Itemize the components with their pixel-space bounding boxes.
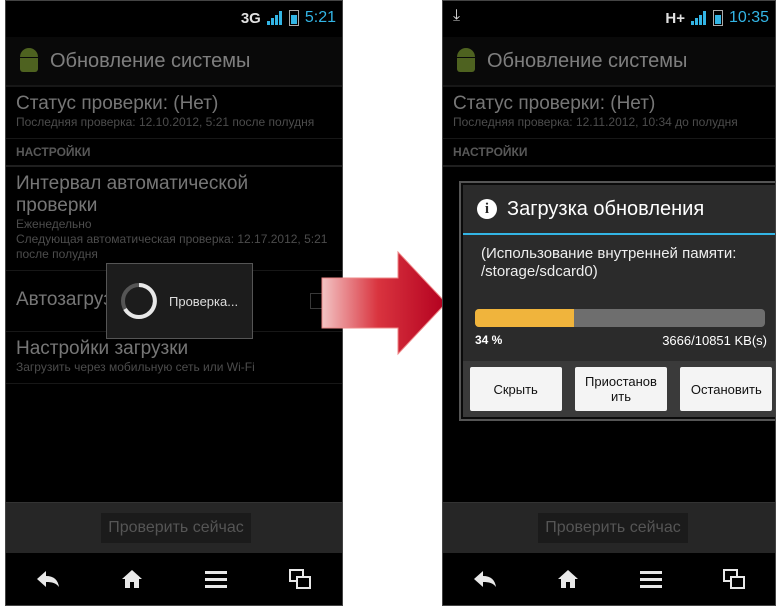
info-icon: i <box>477 199 497 219</box>
stop-button[interactable]: Остановить <box>680 367 773 411</box>
download-dialog: i Загрузка обновления (Использование вну… <box>461 183 775 419</box>
download-progress-fill <box>475 309 574 327</box>
battery-icon <box>712 10 723 26</box>
nav-bar <box>6 553 342 605</box>
dialog-button-row: Скрыть Приостанов ить Остановить <box>463 361 775 417</box>
recent-apps-icon[interactable] <box>714 559 754 599</box>
status-bar: ⤓ H+ 10:35 <box>443 1 775 37</box>
dialog-title: Загрузка обновления <box>507 197 705 220</box>
home-icon[interactable] <box>548 559 588 599</box>
back-icon[interactable] <box>465 559 505 599</box>
recent-apps-icon[interactable] <box>280 559 320 599</box>
menu-icon[interactable] <box>196 559 236 599</box>
download-icon: ⤓ <box>453 7 461 24</box>
bottom-button-bar: Проверить сейчас <box>443 502 775 553</box>
nav-bar <box>443 553 775 605</box>
spinner-icon <box>121 283 157 319</box>
signal-icon <box>690 11 707 25</box>
home-icon[interactable] <box>112 559 152 599</box>
back-icon[interactable] <box>28 559 68 599</box>
transition-arrow-icon <box>321 250 447 356</box>
progress-kb: 3666/10851 KB(s) <box>662 333 767 348</box>
dialog-title-bar: i Загрузка обновления <box>463 185 775 235</box>
dialog-message: (Использование внутренней памяти: /stora… <box>481 245 737 280</box>
pause-button[interactable]: Приостанов ить <box>574 367 667 411</box>
download-progress-bar <box>475 309 765 327</box>
progress-percent: 34 % <box>475 333 503 347</box>
status-time: 5:21 <box>304 9 336 26</box>
checking-text: Проверка... <box>169 293 239 309</box>
hide-button[interactable]: Скрыть <box>469 367 562 411</box>
phone-screen-downloading: ⤓ H+ 10:35 Обновление системы Статус про… <box>442 0 776 606</box>
check-now-button[interactable]: Проверить сейчас <box>538 513 688 543</box>
signal-icon <box>266 11 283 25</box>
status-bar: 3G 5:21 <box>6 1 342 37</box>
status-time: 10:35 <box>728 9 769 26</box>
checking-dialog: Проверка... <box>106 263 253 339</box>
check-now-button[interactable]: Проверить сейчас <box>101 513 251 543</box>
menu-icon[interactable] <box>631 559 671 599</box>
bottom-button-bar: Проверить сейчас <box>6 502 342 553</box>
battery-icon <box>288 10 299 26</box>
network-type: 3G <box>240 9 261 27</box>
network-type: H+ <box>665 9 685 27</box>
phone-screen-checking: 3G 5:21 Обновление системы Статус провер… <box>5 0 343 606</box>
